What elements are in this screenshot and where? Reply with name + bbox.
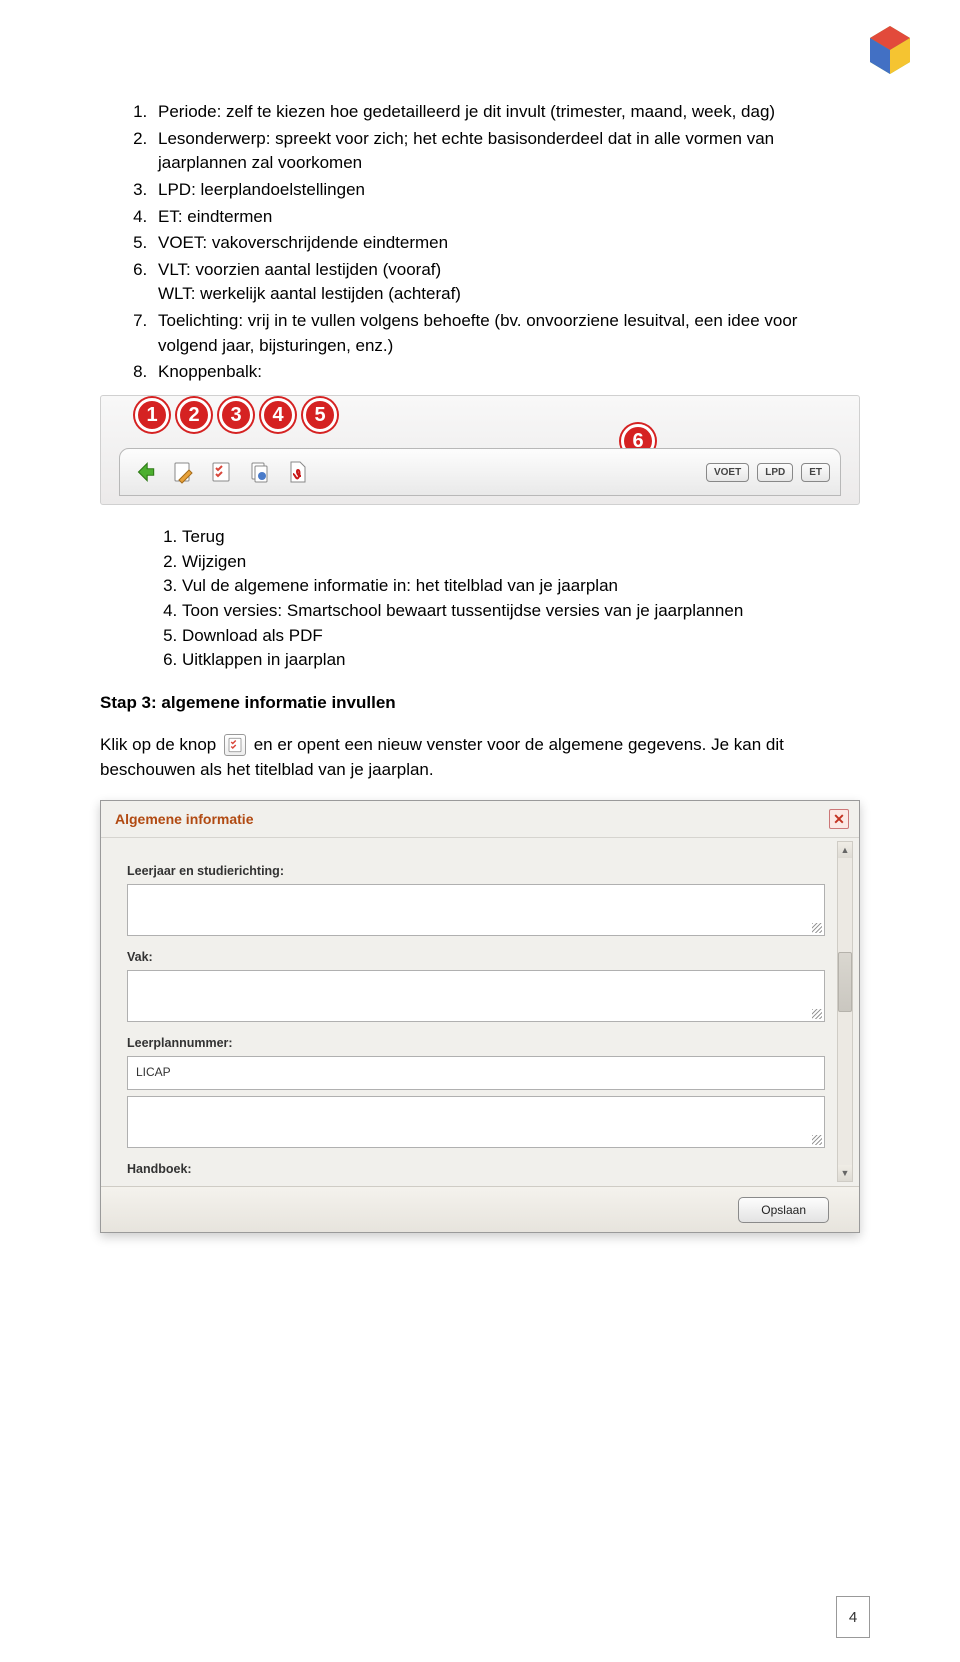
- list-item: VLT: voorzien aantal lestijden (vooraf) …: [152, 258, 860, 307]
- leerjaar-input[interactable]: [127, 884, 825, 936]
- handboek-label: Handboek:: [127, 1162, 825, 1176]
- vak-input[interactable]: [127, 970, 825, 1022]
- list-item: LPD: leerplandoelstellingen: [152, 178, 860, 203]
- save-button[interactable]: Opslaan: [738, 1197, 829, 1223]
- callout-badge-3: 3: [219, 398, 253, 432]
- callout-badge-1: 1: [135, 398, 169, 432]
- callout-badge-2: 2: [177, 398, 211, 432]
- list-item: Vul de algemene informatie in: het titel…: [182, 574, 860, 599]
- voet-pill[interactable]: VOET: [706, 463, 749, 482]
- toolbar-screenshot: 1 2 3 4 5 6 VOET LPD ET: [100, 395, 860, 505]
- close-icon[interactable]: ✕: [829, 809, 849, 829]
- callout-badge-4: 4: [261, 398, 295, 432]
- app-logo: [860, 20, 920, 80]
- info-checklist-icon-inline: [224, 734, 246, 756]
- toolbar-bar: VOET LPD ET: [119, 448, 841, 496]
- leerjaar-label: Leerjaar en studierichting:: [127, 864, 825, 878]
- list-item: Download als PDF: [182, 624, 860, 649]
- list-item: Toelichting: vrij in te vullen volgens b…: [152, 309, 860, 358]
- info-checklist-icon[interactable]: [206, 457, 236, 487]
- list-item: Periode: zelf te kiezen hoe gedetailleer…: [152, 100, 860, 125]
- page-number: 4: [836, 1596, 870, 1638]
- back-icon[interactable]: [130, 457, 160, 487]
- edit-icon[interactable]: [168, 457, 198, 487]
- vak-label: Vak:: [127, 950, 825, 964]
- main-columns-list: Periode: zelf te kiezen hoe gedetailleer…: [130, 100, 860, 385]
- dialog-footer: Opslaan: [101, 1186, 859, 1232]
- leerplannummer-input[interactable]: LICAP: [127, 1056, 825, 1090]
- dialog-title: Algemene informatie: [115, 811, 253, 827]
- leerplannummer-extra-input[interactable]: [127, 1096, 825, 1148]
- general-info-dialog: Algemene informatie ✕ ▲ ▼ Leerjaar en st…: [100, 800, 860, 1233]
- step-heading: Stap 3: algemene informatie invullen: [100, 693, 860, 713]
- leerplannummer-label: Leerplannummer:: [127, 1036, 825, 1050]
- list-item: Uitklappen in jaarplan: [182, 648, 860, 673]
- list-item: Lesonderwerp: spreekt voor zich; het ech…: [152, 127, 860, 176]
- pdf-icon[interactable]: [282, 457, 312, 487]
- list-item: ET: eindtermen: [152, 205, 860, 230]
- lpd-pill[interactable]: LPD: [757, 463, 793, 482]
- dialog-title-bar: Algemene informatie ✕: [101, 801, 859, 838]
- callout-badge-5: 5: [303, 398, 337, 432]
- et-pill[interactable]: ET: [801, 463, 830, 482]
- toolbar-legend-list: Terug Wijzigen Vul de algemene informati…: [160, 525, 860, 673]
- list-item: VOET: vakoverschrijdende eindtermen: [152, 231, 860, 256]
- list-item: Wijzigen: [182, 550, 860, 575]
- list-item: Terug: [182, 525, 860, 550]
- list-item: Knoppenbalk:: [152, 360, 860, 385]
- instruction-paragraph: Klik op de knop en er opent een nieuw ve…: [100, 733, 860, 782]
- versions-icon[interactable]: [244, 457, 274, 487]
- list-item: Toon versies: Smartschool bewaart tussen…: [182, 599, 860, 624]
